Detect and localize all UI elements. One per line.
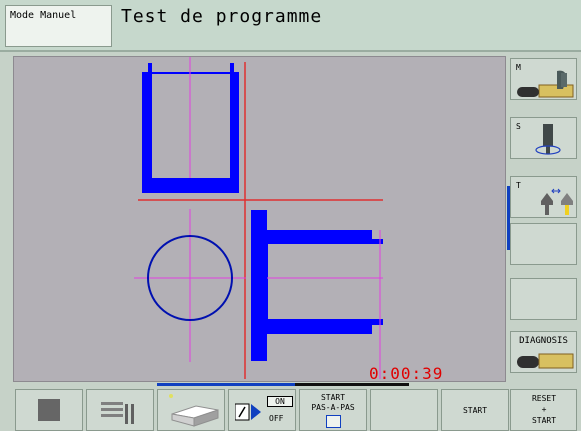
spindle-speed-icon [535, 124, 561, 155]
top-view-part [142, 57, 239, 193]
simulation-graphic [134, 57, 383, 379]
bottom-black-indicator [295, 383, 409, 386]
mode-label: Mode Manuel [10, 10, 77, 21]
softkey-s-letter: S [516, 122, 521, 131]
circle-view [134, 209, 246, 362]
diagnosis-machine-icon [517, 353, 574, 369]
softkey-empty-1[interactable] [510, 223, 577, 265]
start-single-line2: PAS-A-PAS [311, 403, 355, 412]
softkey-t-function[interactable]: T [510, 176, 577, 218]
start-label: START [462, 406, 488, 415]
reset-line1: RESET [531, 394, 557, 403]
softkey-empty-bottom[interactable] [370, 389, 438, 431]
softkey-tool-table[interactable] [86, 389, 154, 431]
block-skip-icon [235, 403, 261, 421]
softkey-start-single-step[interactable]: START PAS-A-PAS [299, 389, 367, 431]
tool-table-icon [101, 402, 134, 424]
softkey-diagnosis[interactable]: DIAGNOSIS [510, 331, 577, 373]
block-skip-on-label: ON [267, 396, 293, 407]
machining-timer: 0:00:39 [369, 364, 444, 382]
header-bar: Mode Manuel Test de programme [0, 0, 581, 52]
start-single-line1: START [320, 393, 346, 402]
mode-indicator: Mode Manuel [5, 5, 112, 47]
softkey-reset-start[interactable]: RESET + START [510, 389, 577, 431]
softkey-empty-2[interactable] [510, 278, 577, 320]
block-skip-off-label: OFF [269, 414, 284, 423]
spindle-machine-icon [517, 70, 574, 98]
softkey-workpiece[interactable] [157, 389, 225, 431]
reset-line3: START [531, 416, 557, 425]
simulation-view[interactable]: 0:00:39 [13, 56, 506, 382]
diagnosis-label: DIAGNOSIS [519, 336, 568, 346]
softkey-m-function[interactable]: M [510, 58, 577, 100]
reset-line2: + [541, 405, 547, 414]
softkey-start[interactable]: START [441, 389, 509, 431]
softkey-t-letter: T [516, 181, 521, 190]
workpiece-block-icon [169, 394, 219, 427]
softkey-block-skip[interactable]: ON OFF [228, 389, 296, 431]
softkey-stop[interactable] [15, 389, 83, 431]
stop-square-icon [38, 399, 60, 421]
tool-change-icon [541, 188, 573, 215]
bottom-blue-indicator [157, 383, 295, 386]
side-profile-part [251, 210, 383, 379]
softkey-s-function[interactable]: S [510, 117, 577, 159]
single-step-icon [326, 415, 341, 428]
page-title: Test de programme [121, 6, 323, 27]
